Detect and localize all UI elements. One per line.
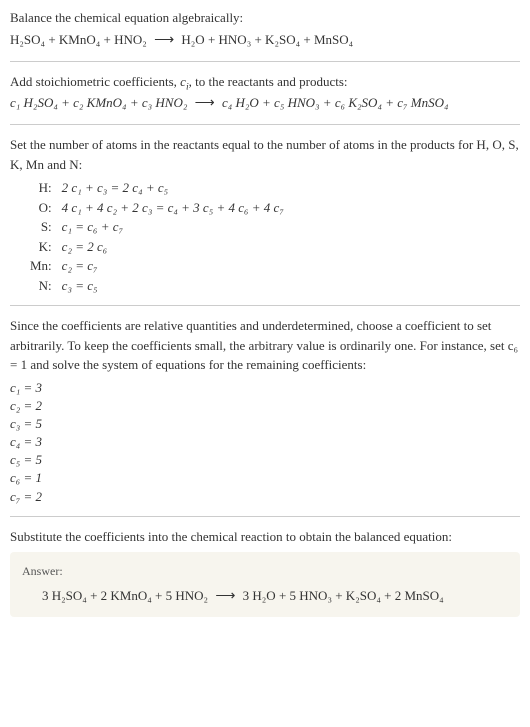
element-eq: c₃ = c₅: [60, 276, 290, 296]
intro-section: Balance the chemical equation algebraica…: [10, 8, 520, 51]
coeff-section: Add stoichiometric coefficients, ci, to …: [10, 72, 520, 115]
coef-list: c₁ = 3 c₂ = 2 c₃ = 5 c₄ = 3 c₅ = 5 c₆ = …: [10, 379, 520, 506]
coef-value: c₇ = 2: [10, 488, 520, 506]
final-section: Substitute the coefficients into the che…: [10, 527, 520, 618]
coef-value: c₃ = 5: [10, 415, 520, 433]
divider: [10, 516, 520, 517]
solve-intro: Since the coefficients are relative quan…: [10, 316, 520, 375]
arrow-icon: ⟶: [191, 96, 219, 111]
element-label: O:: [28, 198, 60, 218]
coeff-eq-rhs: c₄ H₂O + c₅ HNO₃ + c₆ K₂SO₄ + c₇ MnSO₄: [222, 95, 449, 110]
element-eq: 2 c₁ + c₃ = 2 c₄ + c₅: [60, 178, 290, 198]
table-row: K:c₂ = 2 c₆: [28, 237, 290, 257]
intro-eq-rhs: H₂O + HNO₃ + K₂SO₄ + MnSO₄: [181, 32, 353, 47]
divider: [10, 124, 520, 125]
coef-value: c₂ = 2: [10, 397, 520, 415]
element-label: S:: [28, 217, 60, 237]
element-eq: 4 c₁ + 4 c₂ + 2 c₃ = c₄ + 3 c₅ + 4 c₆ + …: [60, 198, 290, 218]
answer-box: Answer: 3 H₂SO₄ + 2 KMnO₄ + 5 HNO₂ ⟶ 3 H…: [10, 552, 520, 617]
coeff-text: Add stoichiometric coefficients, ci, to …: [10, 72, 520, 92]
intro-equation: H₂SO₄ + KMnO₄ + HNO₂ ⟶ H₂O + HNO₃ + K₂SO…: [10, 30, 520, 51]
answer-label: Answer:: [22, 562, 508, 580]
coef-value: c₄ = 3: [10, 433, 520, 451]
element-label: K:: [28, 237, 60, 257]
element-label: Mn:: [28, 256, 60, 276]
table-row: H:2 c₁ + c₃ = 2 c₄ + c₅: [28, 178, 290, 198]
element-label: N:: [28, 276, 60, 296]
coef-value: c₁ = 3: [10, 379, 520, 397]
answer-equation: 3 H₂SO₄ + 2 KMnO₄ + 5 HNO₂ ⟶ 3 H₂O + 5 H…: [22, 586, 508, 607]
atoms-section: Set the number of atoms in the reactants…: [10, 135, 520, 295]
table-row: Mn:c₂ = c₇: [28, 256, 290, 276]
coeff-eq-lhs: c₁ H₂SO₄ + c₂ KMnO₄ + c₃ HNO₂: [10, 95, 187, 110]
answer-eq-lhs: 3 H₂SO₄ + 2 KMnO₄ + 5 HNO₂: [42, 588, 208, 603]
ci-symbol: ci: [180, 74, 189, 89]
table-row: S:c₁ = c₆ + c₇: [28, 217, 290, 237]
divider: [10, 61, 520, 62]
atoms-table: H:2 c₁ + c₃ = 2 c₄ + c₅ O:4 c₁ + 4 c₂ + …: [28, 178, 290, 295]
atoms-intro: Set the number of atoms in the reactants…: [10, 135, 520, 174]
element-eq: c₂ = c₇: [60, 256, 290, 276]
table-row: N:c₃ = c₅: [28, 276, 290, 296]
answer-eq-rhs: 3 H₂O + 5 HNO₃ + K₂SO₄ + 2 MnSO₄: [243, 588, 444, 603]
coeff-text-after: , to the reactants and products:: [189, 74, 348, 89]
intro-eq-lhs: H₂SO₄ + KMnO₄ + HNO₂: [10, 32, 147, 47]
intro-title: Balance the chemical equation algebraica…: [10, 8, 520, 28]
coeff-text-before: Add stoichiometric coefficients,: [10, 74, 180, 89]
element-eq: c₂ = 2 c₆: [60, 237, 290, 257]
arrow-icon: ⟶: [211, 589, 239, 604]
table-row: O:4 c₁ + 4 c₂ + 2 c₃ = c₄ + 3 c₅ + 4 c₆ …: [28, 198, 290, 218]
coef-value: c₅ = 5: [10, 451, 520, 469]
divider: [10, 305, 520, 306]
solve-section: Since the coefficients are relative quan…: [10, 316, 520, 506]
coeff-equation: c₁ H₂SO₄ + c₂ KMnO₄ + c₃ HNO₂ ⟶ c₄ H₂O +…: [10, 93, 520, 114]
element-eq: c₁ = c₆ + c₇: [60, 217, 290, 237]
final-intro: Substitute the coefficients into the che…: [10, 527, 520, 547]
element-label: H:: [28, 178, 60, 198]
coef-value: c₆ = 1: [10, 469, 520, 487]
arrow-icon: ⟶: [150, 33, 178, 48]
